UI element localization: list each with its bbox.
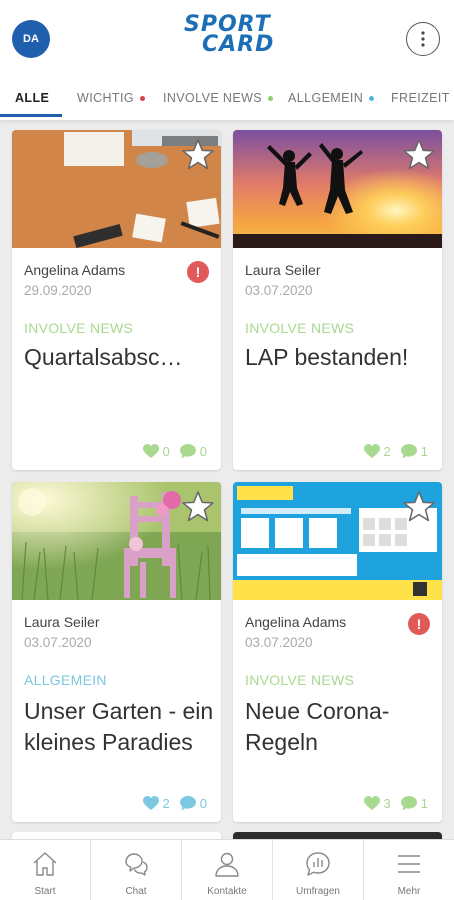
tab-allgemein[interactable]: ALLGEMEIN <box>288 76 375 120</box>
nav-start[interactable]: Start <box>0 840 91 900</box>
hamburger-icon <box>398 855 420 873</box>
post-date: 29.09.2020 <box>24 283 92 298</box>
home-icon <box>33 852 57 876</box>
comments-count: 0 <box>199 796 207 811</box>
post-stats: 0 0 <box>142 444 213 459</box>
post-stats: 2 0 <box>142 796 213 811</box>
favorite-star-icon[interactable] <box>402 490 436 524</box>
app-header: DA SPORT CARD <box>0 0 454 76</box>
post-date: 03.07.2020 <box>245 635 313 650</box>
bottom-navigation: Start Chat Kontakte Umfragen Mehr <box>0 839 454 900</box>
tab-dot <box>369 95 375 101</box>
person-icon <box>215 852 239 877</box>
heart-icon[interactable] <box>363 796 380 811</box>
nav-mehr[interactable]: Mehr <box>364 840 454 900</box>
post-author: Angelina Adams <box>245 614 347 630</box>
likes-count: 2 <box>383 444 391 459</box>
favorite-star-icon[interactable] <box>402 138 436 172</box>
tab-freizeit[interactable]: FREIZEIT <box>391 76 450 120</box>
important-badge-symbol: ! <box>195 264 201 280</box>
sportcard-logo: SPORT CARD <box>178 10 278 60</box>
heart-icon[interactable] <box>142 444 159 459</box>
tab-label: ALLE <box>15 91 50 105</box>
post-stats: 3 1 <box>363 796 434 811</box>
nav-label: Kontakte <box>207 886 247 897</box>
favorite-star-icon[interactable] <box>181 490 215 524</box>
tab-dot <box>268 95 274 101</box>
logo-line-2: CARD <box>202 32 275 57</box>
comments-count: 1 <box>420 796 428 811</box>
comments-count: 1 <box>420 444 428 459</box>
post-author: Laura Seiler <box>245 262 321 278</box>
category-tabs: ALLE WICHTIG INVOLVE NEWS ALLGEMEIN FREI… <box>0 76 454 120</box>
post-date: 03.07.2020 <box>24 635 92 650</box>
post-category: INVOLVE NEWS <box>245 320 355 336</box>
likes-count: 3 <box>383 796 391 811</box>
important-badge-symbol: ! <box>416 616 422 632</box>
heart-icon[interactable] <box>142 796 159 811</box>
important-badge: ! <box>408 613 430 635</box>
post-title: Quartalsabsc… <box>24 344 183 370</box>
important-badge: ! <box>187 261 209 283</box>
favorite-star-icon[interactable] <box>181 138 215 172</box>
chat-icon <box>125 853 148 876</box>
poll-icon <box>306 852 330 876</box>
post-title: Unser Garten - ein kleines Paradies <box>24 698 214 755</box>
nav-kontakte[interactable]: Kontakte <box>182 840 273 900</box>
nav-label: Umfragen <box>296 886 340 897</box>
post-title: LAP bestanden! <box>245 344 409 370</box>
comment-icon[interactable] <box>400 444 417 459</box>
post-title: Neue Corona-Regeln <box>245 698 390 755</box>
tab-label: FREIZEIT <box>391 91 450 105</box>
user-avatar[interactable]: DA <box>12 20 50 58</box>
post-category: ALLGEMEIN <box>24 672 107 688</box>
nav-label: Start <box>34 886 56 897</box>
avatar-initials: DA <box>23 33 39 45</box>
post-card[interactable]: Angelina Adams 03.07.2020 ! INVOLVE NEWS… <box>233 482 442 822</box>
nav-label: Chat <box>125 886 147 897</box>
nav-umfragen[interactable]: Umfragen <box>273 840 364 900</box>
post-card[interactable]: Laura Seiler 03.07.2020 ALLGEMEIN Unser … <box>12 482 221 822</box>
post-card[interactable]: Angelina Adams 29.09.2020 ! INVOLVE NEWS… <box>12 130 221 470</box>
tab-wichtig[interactable]: WICHTIG <box>77 76 145 120</box>
likes-count: 2 <box>162 796 170 811</box>
nav-label: Mehr <box>397 886 421 897</box>
post-date: 03.07.2020 <box>245 283 313 298</box>
comment-icon[interactable] <box>179 796 196 811</box>
post-category: INVOLVE NEWS <box>24 320 134 336</box>
heart-icon[interactable] <box>363 444 380 459</box>
post-author: Angelina Adams <box>24 262 126 278</box>
tab-label: INVOLVE NEWS <box>163 91 263 105</box>
comment-icon[interactable] <box>400 796 417 811</box>
tab-label: WICHTIG <box>77 91 134 105</box>
post-stats: 2 1 <box>363 444 434 459</box>
post-card[interactable]: Laura Seiler 03.07.2020 INVOLVE NEWS LAP… <box>233 130 442 470</box>
active-tab-indicator <box>0 114 62 117</box>
post-category: INVOLVE NEWS <box>245 672 355 688</box>
tab-dot <box>139 95 145 101</box>
vertical-dots-icon <box>421 31 425 47</box>
more-options-button[interactable] <box>406 22 440 56</box>
comment-icon[interactable] <box>179 444 196 459</box>
likes-count: 0 <box>162 444 170 459</box>
comments-count: 0 <box>199 444 207 459</box>
tab-involve-news[interactable]: INVOLVE NEWS <box>163 76 274 120</box>
nav-chat[interactable]: Chat <box>91 840 182 900</box>
post-author: Laura Seiler <box>24 614 100 630</box>
tab-label: ALLGEMEIN <box>288 91 364 105</box>
